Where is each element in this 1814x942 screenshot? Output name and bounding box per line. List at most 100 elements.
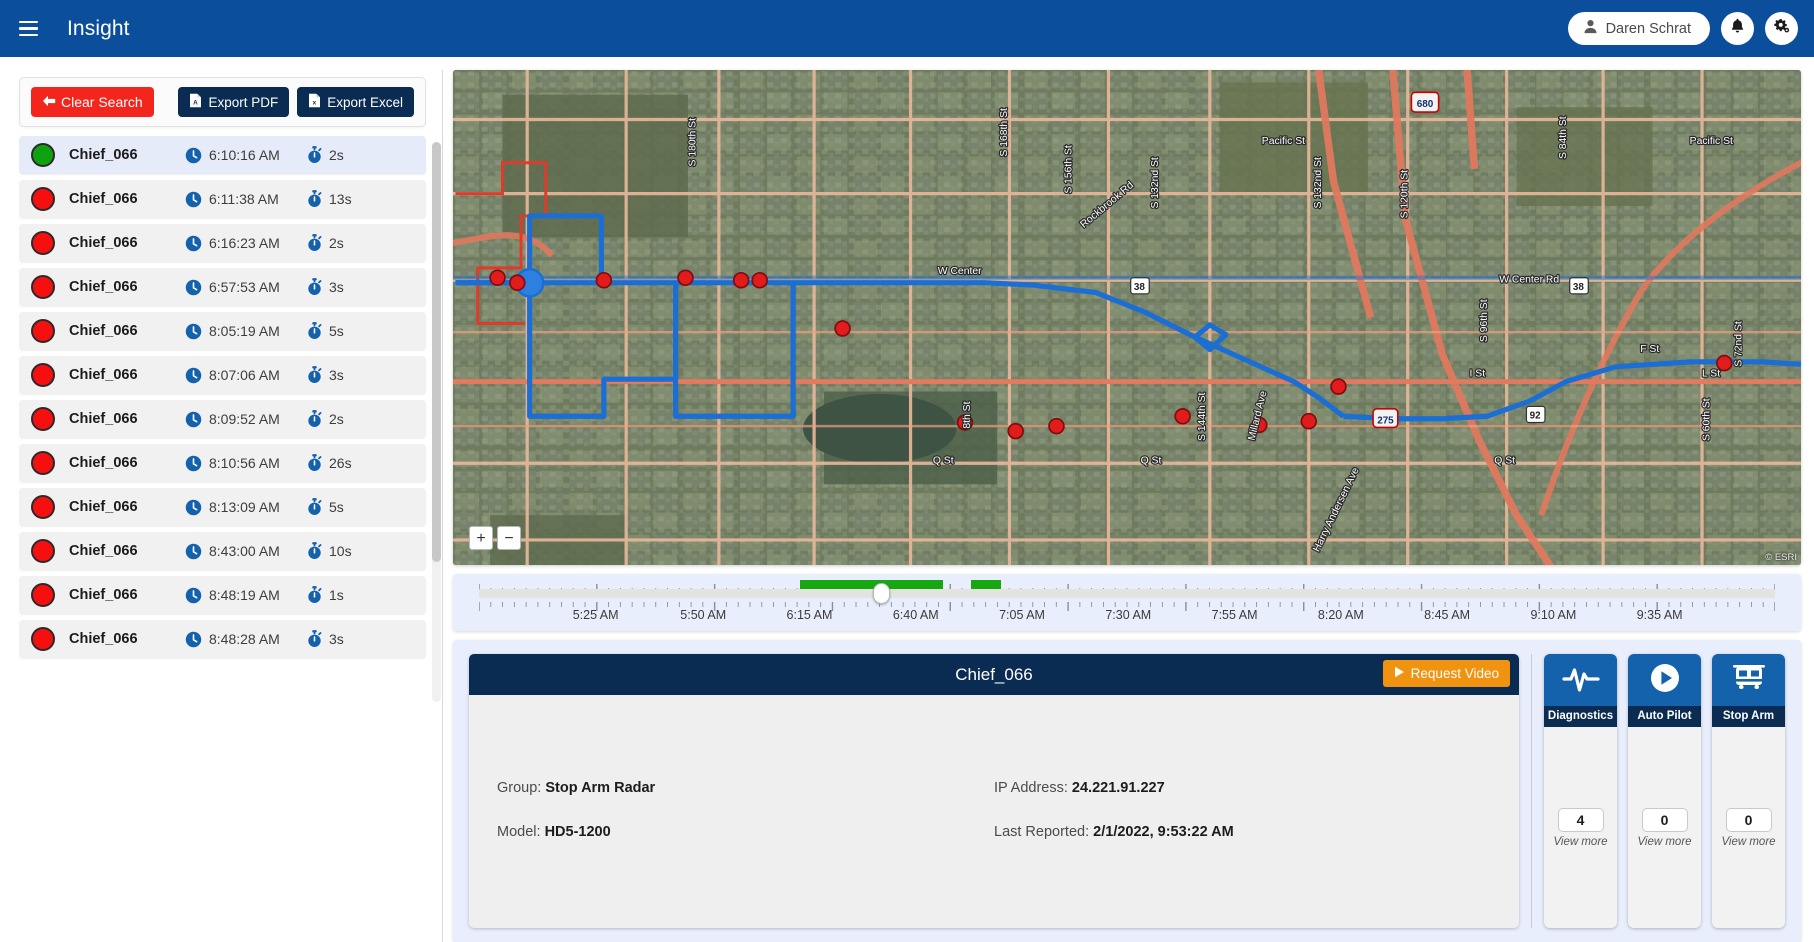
clear-search-button[interactable]: Clear Search xyxy=(31,87,154,117)
event-list-scrollbar[interactable] xyxy=(432,142,441,702)
device-field-value: HD5-1200 xyxy=(544,823,611,840)
event-duration: 1s xyxy=(307,586,344,604)
timeline-ticks-top xyxy=(478,580,1776,593)
event-time: 6:11:38 AM xyxy=(185,191,307,208)
view-more-link[interactable]: View more xyxy=(1553,836,1607,848)
event-duration: 2s xyxy=(307,410,344,428)
timeline-tick-label: 9:35 AM xyxy=(1636,608,1683,622)
tile-label: Auto Pilot xyxy=(1628,706,1701,727)
export-pdf-label: Export PDF xyxy=(208,94,279,110)
status-indicator-red xyxy=(31,583,55,607)
status-indicator-red xyxy=(31,539,55,563)
event-row[interactable]: Chief_066 8:48:28 AM 3s xyxy=(19,620,426,658)
svg-text:I St: I St xyxy=(1470,369,1486,380)
stopwatch-icon xyxy=(307,366,322,384)
svg-text:S 120th St: S 120th St xyxy=(1400,170,1411,219)
zoom-out-button[interactable]: − xyxy=(497,526,521,550)
event-duration: 3s xyxy=(307,366,344,384)
export-pdf-button[interactable]: A Export PDF xyxy=(178,87,290,117)
event-time-label: 8:13:09 AM xyxy=(209,499,280,515)
event-duration-label: 5s xyxy=(329,499,344,515)
device-field: Last Reported: 2/1/2022, 9:53:22 AM xyxy=(994,824,1491,840)
event-duration-label: 2s xyxy=(329,147,344,163)
settings-button[interactable] xyxy=(1765,12,1798,45)
view-more-link[interactable]: View more xyxy=(1721,836,1775,848)
scrollbar-thumb[interactable] xyxy=(432,142,441,562)
svg-text:Q St: Q St xyxy=(1141,455,1162,466)
clock-icon xyxy=(185,499,202,516)
export-excel-button[interactable]: x Export Excel xyxy=(297,87,414,117)
event-row[interactable]: Chief_066 8:43:00 AM 10s xyxy=(19,532,426,570)
svg-text:S 84th St: S 84th St xyxy=(1558,116,1569,159)
notifications-button[interactable] xyxy=(1721,12,1754,45)
timeline-handle[interactable] xyxy=(872,583,890,604)
status-indicator-red xyxy=(31,627,55,651)
event-time-label: 8:10:56 AM xyxy=(209,455,280,471)
tile-count[interactable]: 0 xyxy=(1641,808,1688,832)
event-row[interactable]: Chief_066 6:16:23 AM 2s xyxy=(19,224,426,262)
timeline-active-segment xyxy=(971,580,1002,589)
timeline-track[interactable] xyxy=(478,580,1776,611)
event-duration-label: 3s xyxy=(329,279,344,295)
clock-icon xyxy=(185,411,202,428)
timeline-rail[interactable] xyxy=(479,580,1775,598)
map-view[interactable]: 680 275 38 38 92 31 S 180th St S 168th S… xyxy=(453,70,1801,565)
event-device-name: Chief_066 xyxy=(69,367,138,383)
timeline-labels: 5:25 AM 5:50 AM 6:15 AM 6:40 AM 7:05 AM 7:30 … xyxy=(479,608,1775,626)
event-duration-label: 10s xyxy=(329,543,352,559)
request-video-button[interactable]: Request Video xyxy=(1382,660,1510,687)
stopwatch-icon xyxy=(307,498,322,516)
app-header: Insight Daren Schrat xyxy=(0,0,1814,57)
tile-auto-pilot[interactable]: Auto Pilot 0 View more xyxy=(1628,654,1701,928)
event-time: 8:43:00 AM xyxy=(185,543,307,560)
event-row[interactable]: Chief_066 6:10:16 AM 2s xyxy=(19,136,426,174)
zoom-in-button[interactable]: + xyxy=(469,526,493,550)
user-menu-button[interactable]: Daren Schrat xyxy=(1567,12,1710,45)
timeline-tick-label: 5:25 AM xyxy=(572,608,619,622)
event-row[interactable]: Chief_066 8:13:09 AM 5s xyxy=(19,488,426,526)
map-zoom-controls[interactable]: + − xyxy=(469,526,521,550)
event-row[interactable]: Chief_066 8:07:06 AM 3s xyxy=(19,356,426,394)
event-time: 6:10:16 AM xyxy=(185,147,307,164)
svg-text:W Center: W Center xyxy=(938,266,982,277)
event-row[interactable]: Chief_066 8:10:56 AM 26s xyxy=(19,444,426,482)
svg-text:A: A xyxy=(194,100,199,107)
stopwatch-icon xyxy=(307,234,322,252)
svg-text:S 60th St: S 60th St xyxy=(1701,398,1712,441)
svg-text:S 132nd St: S 132nd St xyxy=(1150,157,1161,208)
clock-icon xyxy=(185,235,202,252)
timeline-tick-label: 9:10 AM xyxy=(1530,608,1577,622)
map-canvas[interactable]: 680 275 38 38 92 31 S 180th St S 168th S… xyxy=(453,70,1801,565)
tile-stop-arm[interactable]: Stop Arm 0 View more xyxy=(1712,654,1785,928)
device-field-value: 2/1/2022, 9:53:22 AM xyxy=(1093,823,1234,840)
map-attribution: © ESRI xyxy=(1765,552,1797,563)
stopwatch-icon xyxy=(307,410,322,428)
tile-count[interactable]: 0 xyxy=(1725,808,1772,832)
tile-count[interactable]: 4 xyxy=(1557,808,1604,832)
event-row[interactable]: Chief_066 8:09:52 AM 2s xyxy=(19,400,426,438)
tile-diagnostics[interactable]: Diagnostics 4 View more xyxy=(1544,654,1617,928)
timeline-tick-label: 6:40 AM xyxy=(892,608,939,622)
event-row[interactable]: Chief_066 6:57:53 AM 3s xyxy=(19,268,426,306)
event-device-name: Chief_066 xyxy=(69,147,138,163)
event-row[interactable]: Chief_066 8:48:19 AM 1s xyxy=(19,576,426,614)
export-excel-label: Export Excel xyxy=(327,94,403,110)
page-body: Clear Search A Export PDF x Export Excel xyxy=(0,57,1814,942)
device-fields: Group: Stop Arm Radar IP Address: 24.221.… xyxy=(469,695,1519,928)
bell-icon xyxy=(1730,18,1745,39)
event-row[interactable]: Chief_066 8:05:19 AM 5s xyxy=(19,312,426,350)
status-indicator-red xyxy=(31,275,55,299)
timeline-slider[interactable]: 5:25 AM 5:50 AM 6:15 AM 6:40 AM 7:05 AM 7:30 … xyxy=(453,574,1801,631)
svg-text:S 96th St: S 96th St xyxy=(1479,299,1490,342)
event-row[interactable]: Chief_066 6:11:38 AM 13s xyxy=(19,180,426,218)
play-icon xyxy=(1394,666,1405,681)
event-list[interactable]: Chief_066 6:10:16 AM 2s Chief_066 6:11:38 AM… xyxy=(11,136,434,942)
hamburger-icon[interactable] xyxy=(6,9,50,49)
svg-text:275: 275 xyxy=(1377,416,1394,427)
event-duration-label: 3s xyxy=(329,631,344,647)
view-more-link[interactable]: View more xyxy=(1637,836,1691,848)
device-card-header: Chief_066 Request Video xyxy=(469,654,1519,695)
excel-file-icon: x xyxy=(308,93,321,111)
status-indicator-red xyxy=(31,319,55,343)
event-time-label: 8:09:52 AM xyxy=(209,411,280,427)
